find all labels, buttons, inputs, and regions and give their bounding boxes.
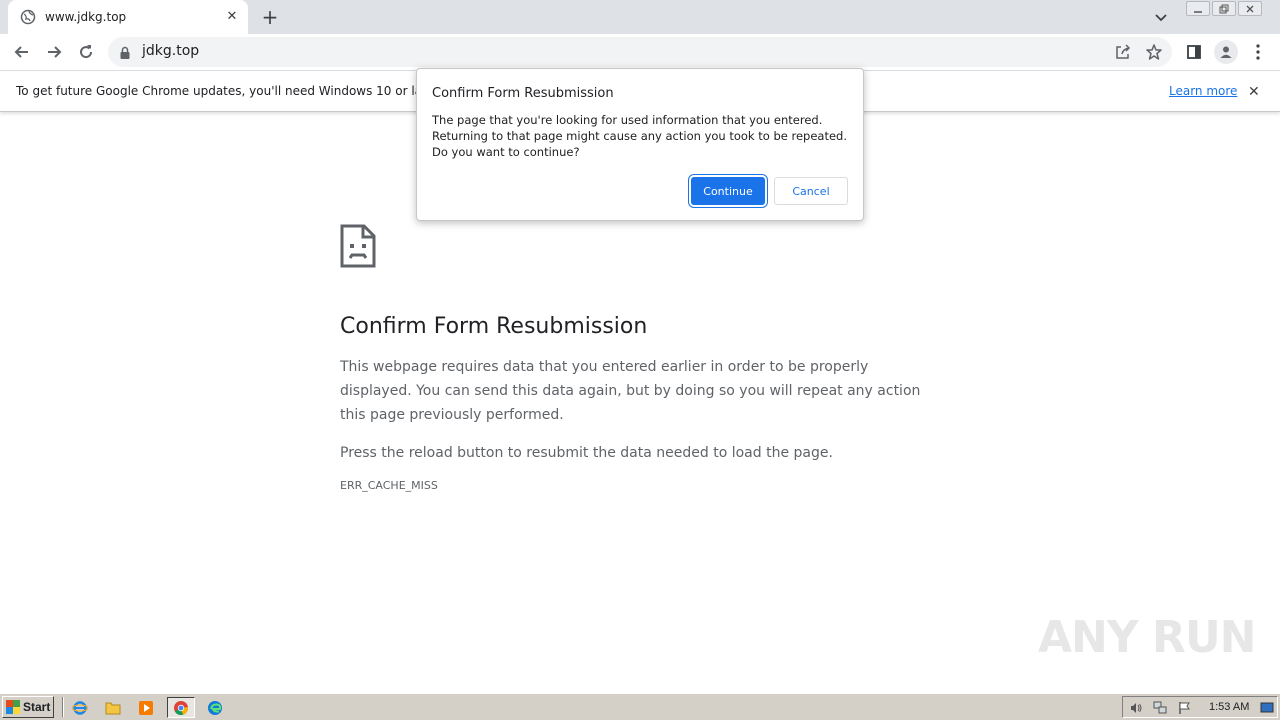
new-tab-button[interactable]: + (258, 6, 282, 28)
dialog-body-line: The page that you're looking for used in… (432, 113, 823, 127)
resubmission-dialog: Confirm Form Resubmission The page that … (416, 68, 864, 221)
cancel-button[interactable]: Cancel (774, 177, 848, 205)
anyrun-watermark: ANY RUN (1038, 612, 1256, 663)
edge-icon[interactable] (204, 697, 226, 718)
browser-toolbar: jdkg.top (0, 34, 1280, 71)
infobar-message: To get future Google Chrome updates, you… (16, 84, 442, 98)
chrome-icon[interactable] (167, 697, 195, 718)
dialog-body: The page that you're looking for used in… (432, 112, 852, 160)
close-window-button[interactable] (1238, 1, 1262, 16)
minimize-button[interactable] (1186, 1, 1210, 16)
dialog-body-line: Do you want to continue? (432, 145, 580, 159)
error-reload-hint: Press the reload button to resubmit the … (340, 445, 833, 461)
taskbar: Start 1:53 AM (0, 693, 1280, 720)
dialog-body-line: Returning to that page might cause any a… (432, 129, 847, 143)
show-desktop-icon[interactable] (1259, 700, 1275, 716)
internet-explorer-icon[interactable] (69, 697, 91, 718)
lock-icon[interactable] (119, 45, 131, 64)
close-icon[interactable]: ✕ (1248, 84, 1260, 100)
bookmark-star-icon[interactable] (1145, 43, 1163, 65)
reload-icon[interactable] (76, 42, 96, 62)
error-description: This webpage requires data that you ente… (340, 359, 921, 423)
explorer-folder-icon[interactable] (102, 697, 124, 718)
url-text[interactable]: jdkg.top (142, 43, 199, 59)
share-icon[interactable] (1114, 43, 1132, 65)
back-arrow-icon[interactable] (12, 42, 32, 62)
browser-tab[interactable]: www.jdkg.top ✕ (8, 0, 248, 34)
continue-button[interactable]: Continue (691, 177, 765, 205)
tab-strip: www.jdkg.top ✕ + (0, 0, 1280, 34)
menu-kebab-icon[interactable] (1248, 42, 1268, 62)
chevron-down-icon[interactable] (1151, 7, 1171, 27)
start-label: Start (23, 700, 51, 714)
taskbar-separator (62, 697, 64, 717)
tab-title: www.jdkg.top (45, 10, 127, 24)
network-icon[interactable] (1152, 700, 1168, 716)
volume-icon[interactable] (1128, 700, 1144, 716)
media-player-icon[interactable] (135, 697, 157, 718)
start-button[interactable]: Start (2, 696, 54, 718)
taskbar-clock[interactable]: 1:53 AM (1209, 701, 1249, 713)
side-panel-icon[interactable] (1184, 42, 1204, 62)
restore-button[interactable] (1212, 1, 1236, 16)
error-page: Confirm Form Resubmission This webpage r… (340, 224, 940, 492)
action-center-flag-icon[interactable] (1176, 700, 1192, 716)
address-bar[interactable]: jdkg.top (108, 37, 1172, 67)
learn-more-link[interactable]: Learn more (1169, 84, 1237, 98)
dialog-title: Confirm Form Resubmission (432, 86, 614, 101)
system-tray: 1:53 AM (1122, 696, 1278, 718)
error-heading: Confirm Form Resubmission (340, 314, 648, 339)
forward-arrow-icon[interactable] (44, 42, 64, 62)
windows-logo-icon (6, 700, 20, 714)
profile-avatar-icon[interactable] (1214, 40, 1238, 64)
error-code: ERR_CACHE_MISS (340, 479, 438, 492)
close-tab-icon[interactable]: ✕ (224, 9, 240, 25)
window-controls (1186, 1, 1262, 16)
globe-icon (20, 9, 36, 25)
sad-page-icon (340, 224, 376, 268)
